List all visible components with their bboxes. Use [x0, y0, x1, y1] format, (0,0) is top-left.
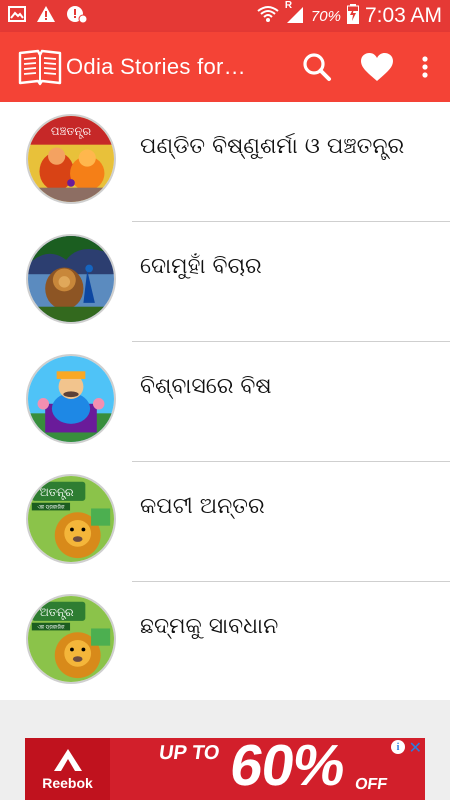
story-title: ବିଶ୍ବାସରେ ବିଷ	[140, 374, 272, 399]
ad-area: Reebok UP TO 60% OFF i ✕	[0, 700, 450, 800]
search-button[interactable]	[290, 32, 344, 102]
story-thumbnail: ପଞ୍ଚତନ୍ତ୍ର	[26, 114, 116, 204]
ad-off: OFF	[353, 776, 389, 793]
list-item[interactable]: ଅତନ୍ତ୍ର ଏକ ପ୍ରକାରିକ ଛଦ୍ମକୁ ସାବଧାନ	[0, 582, 450, 702]
roaming-indicator: R	[284, 0, 293, 11]
more-vert-icon	[422, 56, 428, 78]
ad-brand-block: Reebok	[25, 738, 110, 800]
app-bar: Odia Stories for…	[0, 32, 450, 102]
thumbnail-label: ପଞ୍ଚତନ୍ତ୍ର	[51, 124, 91, 138]
ad-upto: UP TO	[157, 742, 222, 764]
story-title: କପଟୀ ଅନ୍ତର	[140, 494, 265, 519]
clock: 7:03 AM	[364, 4, 442, 27]
ad-brand: Reebok	[42, 775, 93, 791]
thumbnail-sublabel: ଏକ ପ୍ରକାରିକ	[37, 504, 65, 510]
story-list: ପଞ୍ଚତନ୍ତ୍ର ପଣ୍ଡିତ ବିଷ୍ଣୁଶର୍ମା ଓ ପଞ୍ଚତନ୍ତ…	[0, 102, 450, 700]
sync-error-notification-icon	[66, 4, 88, 28]
story-thumbnail: ଅତନ୍ତ୍ର ଏକ ପ୍ରକାରିକ	[26, 474, 116, 564]
story-thumbnail	[26, 354, 116, 444]
thumbnail-label: ଅତନ୍ତ୍ର	[40, 605, 74, 619]
list-item[interactable]: ଅତନ୍ତ୍ର ଏକ ପ୍ରକାରିକ କପଟୀ ଅନ୍ତର	[0, 462, 450, 582]
battery-charging-icon	[346, 3, 359, 29]
wifi-icon	[257, 5, 279, 28]
gallery-notification-icon	[8, 5, 26, 27]
story-title: ପଣ୍ଡିତ ବିଷ୍ଣୁଶର୍ମା ଓ ପଞ୍ଚତନ୍ତ୍ର	[140, 134, 405, 159]
favorites-button[interactable]	[344, 32, 410, 102]
status-bar: R 70% 7:03 AM	[0, 0, 450, 32]
reebok-logo-icon	[53, 749, 82, 771]
app-title: Odia Stories for…	[66, 54, 246, 79]
heart-icon	[361, 53, 393, 81]
list-item[interactable]: ଦୋମୁହାଁ ବିଚାର	[0, 222, 450, 342]
overflow-menu-button[interactable]	[410, 32, 440, 102]
thumbnail-sublabel: ଏକ ପ୍ରକାରିକ	[37, 624, 65, 630]
battery-percent: 70%	[310, 7, 341, 25]
signal-icon: R	[285, 0, 305, 29]
ad-banner[interactable]: Reebok UP TO 60% OFF i ✕	[25, 738, 425, 800]
story-title: ଦୋମୁହାଁ ବିଚାର	[140, 254, 262, 279]
list-item[interactable]: ବିଶ୍ବାସରେ ବିଷ	[0, 342, 450, 462]
ad-info-icon[interactable]: i	[391, 740, 405, 754]
thumbnail-label: ଅତନ୍ତ୍ର	[40, 485, 74, 499]
story-title: ଛଦ୍ମକୁ ସାବଧାନ	[140, 614, 279, 639]
search-icon	[303, 53, 331, 81]
book-icon	[18, 45, 62, 89]
list-item[interactable]: ପଞ୍ଚତନ୍ତ୍ର ପଣ୍ଡିତ ବିଷ୍ଣୁଶର୍ମା ଓ ପଞ୍ଚତନ୍ତ…	[0, 102, 450, 222]
story-thumbnail: ଅତନ୍ତ୍ର ଏକ ପ୍ରକାରିକ	[26, 594, 116, 684]
ad-percent: 60%	[226, 738, 349, 798]
warning-notification-icon	[36, 5, 56, 27]
ad-close-icon[interactable]: ✕	[409, 738, 422, 758]
story-thumbnail	[26, 234, 116, 324]
